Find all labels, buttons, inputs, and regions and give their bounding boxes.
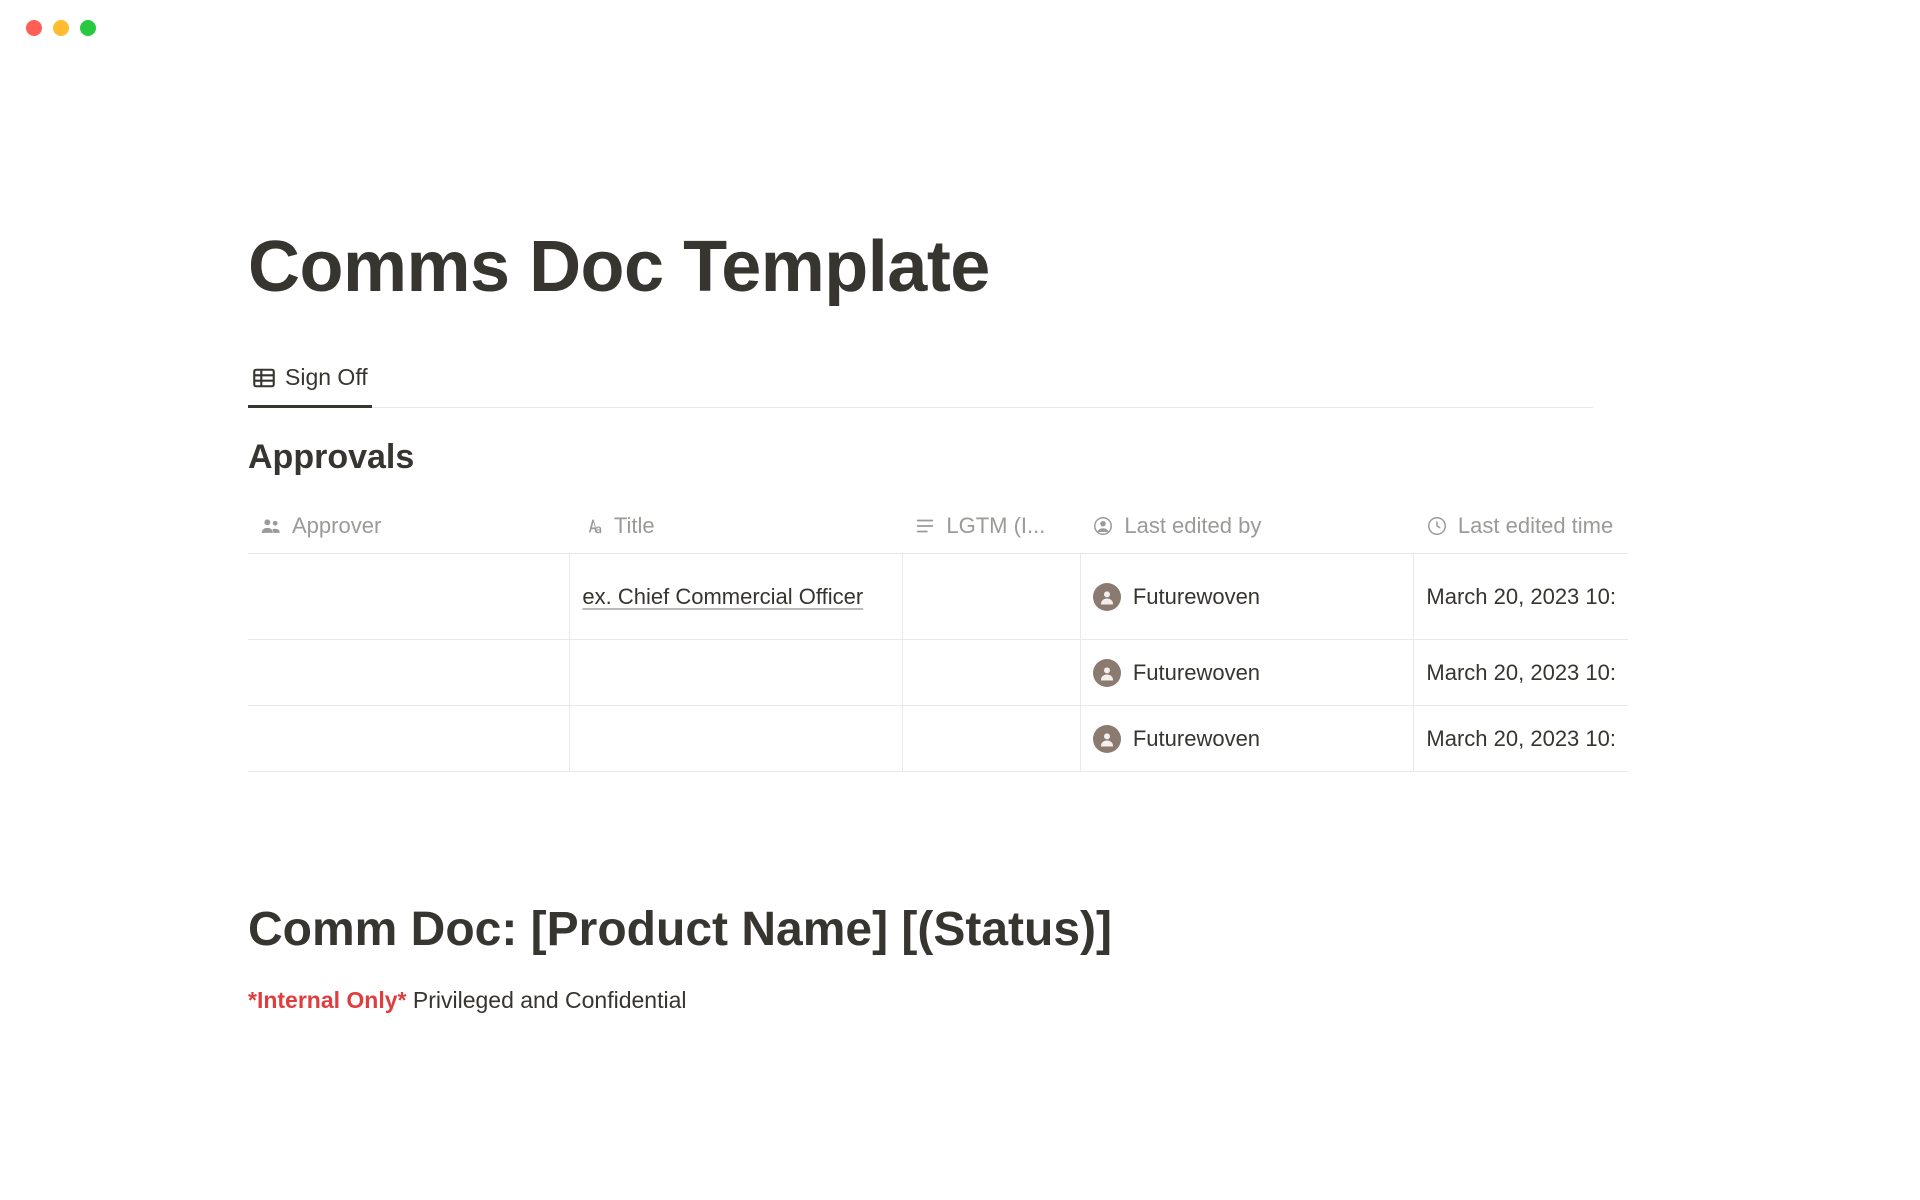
confidential-text: Privileged and Confidential	[406, 987, 686, 1013]
cell-approver[interactable]	[248, 554, 570, 640]
cell-last-edited-by[interactable]: Futurewoven	[1080, 554, 1414, 640]
avatar	[1093, 725, 1121, 753]
approvals-table: Approver Title	[248, 503, 1628, 772]
cell-title[interactable]: ex. Chief Commercial Officer	[570, 554, 902, 640]
cell-last-edited-time[interactable]: March 20, 2023 10:	[1414, 554, 1628, 640]
row-title-link[interactable]: ex. Chief Commercial Officer	[582, 581, 863, 613]
cell-last-edited-time[interactable]: March 20, 2023 10:	[1414, 640, 1628, 706]
table-row[interactable]: Futurewoven March 20, 2023 10:	[248, 706, 1628, 772]
window-traffic-lights	[0, 0, 1920, 36]
minimize-window-button[interactable]	[53, 20, 69, 36]
cell-approver[interactable]	[248, 640, 570, 706]
approvals-heading[interactable]: Approvals	[248, 438, 1920, 477]
table-row[interactable]: Futurewoven March 20, 2023 10:	[248, 640, 1628, 706]
maximize-window-button[interactable]	[80, 20, 96, 36]
table-icon	[252, 366, 276, 390]
cell-last-edited-time[interactable]: March 20, 2023 10:	[1414, 706, 1628, 772]
text-icon	[582, 515, 604, 537]
doc-heading[interactable]: Comm Doc: [Product Name] [(Status)]	[248, 902, 1920, 957]
tabs-bar: Sign Off	[248, 364, 1593, 408]
lines-icon	[914, 515, 936, 537]
page-content: Comms Doc Template Sign Off Approvals	[0, 36, 1920, 1014]
column-header-lgtm[interactable]: LGTM (I...	[902, 503, 1080, 554]
cell-last-edited-by[interactable]: Futurewoven	[1080, 706, 1414, 772]
clock-icon	[1426, 515, 1448, 537]
people-icon	[260, 515, 282, 537]
cell-approver[interactable]	[248, 706, 570, 772]
column-header-last-edited-time[interactable]: Last edited time	[1414, 503, 1628, 554]
user-name: Futurewoven	[1133, 584, 1260, 610]
internal-only-label: *Internal Only*	[248, 987, 406, 1013]
cell-last-edited-by[interactable]: Futurewoven	[1080, 640, 1414, 706]
person-icon	[1092, 515, 1114, 537]
page-title[interactable]: Comms Doc Template	[248, 226, 1920, 308]
avatar	[1093, 583, 1121, 611]
cell-title[interactable]	[570, 640, 902, 706]
avatar	[1093, 659, 1121, 687]
table-row[interactable]: ex. Chief Commercial Officer Futurewoven…	[248, 554, 1628, 640]
cell-lgtm[interactable]	[902, 706, 1080, 772]
cell-title[interactable]	[570, 706, 902, 772]
tab-sign-off[interactable]: Sign Off	[248, 364, 372, 408]
column-header-title[interactable]: Title	[570, 503, 902, 554]
close-window-button[interactable]	[26, 20, 42, 36]
cell-lgtm[interactable]	[902, 640, 1080, 706]
column-header-approver[interactable]: Approver	[248, 503, 570, 554]
cell-lgtm[interactable]	[902, 554, 1080, 640]
user-name: Futurewoven	[1133, 660, 1260, 686]
user-name: Futurewoven	[1133, 726, 1260, 752]
confidential-line[interactable]: *Internal Only* Privileged and Confident…	[248, 987, 1920, 1014]
column-header-last-edited-by[interactable]: Last edited by	[1080, 503, 1414, 554]
tab-sign-off-label: Sign Off	[285, 364, 368, 391]
